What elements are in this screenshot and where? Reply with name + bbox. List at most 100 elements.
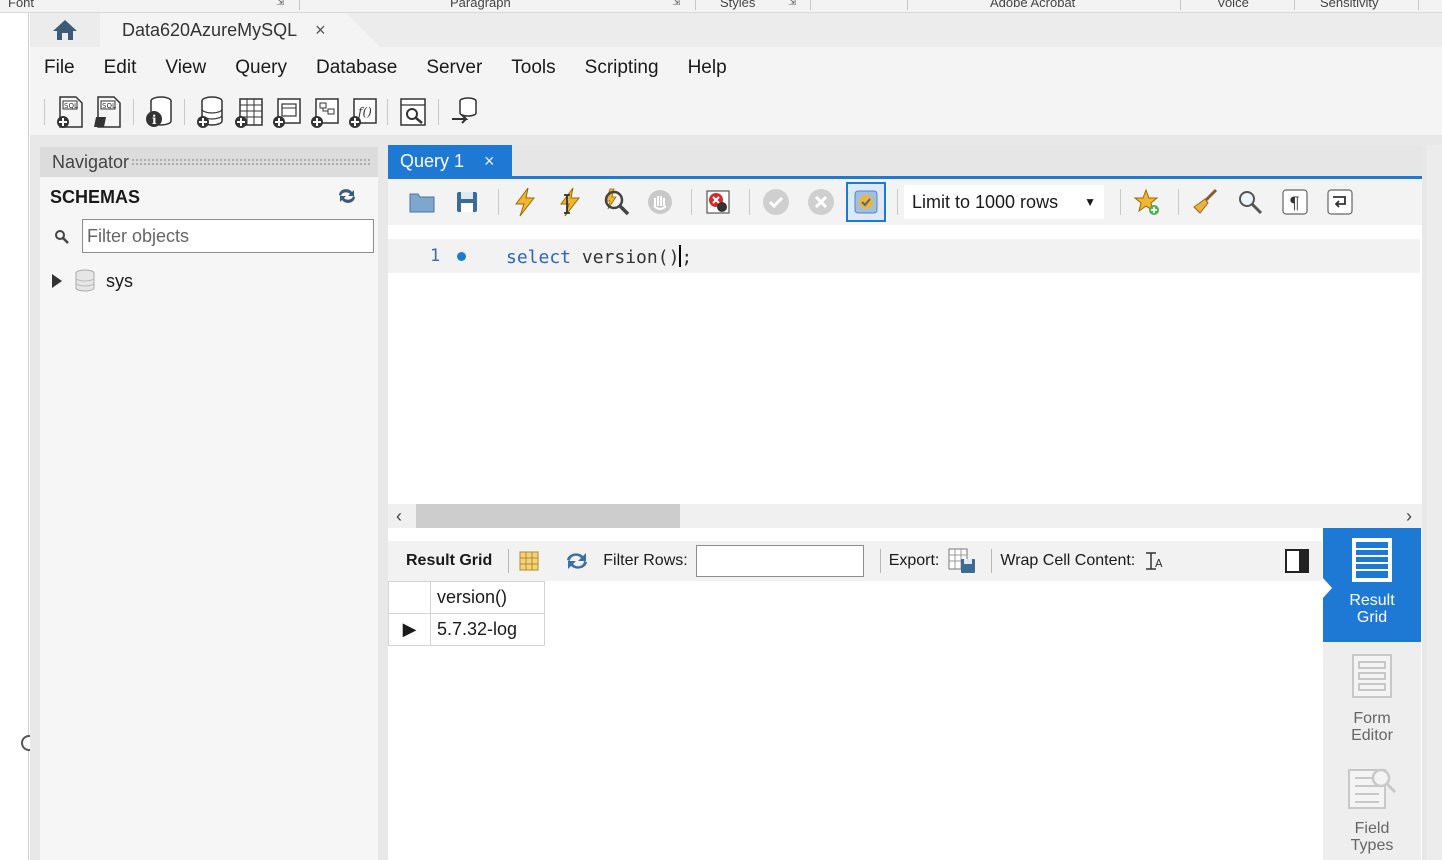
close-icon[interactable]: × [315, 20, 326, 41]
toggle-panel-icon[interactable] [1284, 548, 1310, 574]
ribbon-group-font[interactable]: Font [8, 0, 34, 10]
beautify-button[interactable] [1185, 182, 1225, 222]
refresh-icon[interactable] [563, 550, 591, 572]
open-sql-script-button[interactable]: SQL [89, 92, 127, 132]
menu-scripting[interactable]: Scripting [585, 57, 659, 79]
connection-tab-bar: Data620AzureMySQL × [30, 13, 1442, 47]
filter-rows-input[interactable] [695, 545, 864, 577]
menu-view[interactable]: View [165, 57, 206, 79]
toolbar-divider [44, 99, 45, 125]
toolbar-divider [991, 549, 993, 573]
limit-rows-select[interactable]: Limit to 1000 rows ▼ [904, 185, 1104, 219]
new-sql-tab-button[interactable]: SQL [51, 92, 89, 132]
create-function-button[interactable]: f() [343, 92, 381, 132]
rollback-button[interactable] [801, 182, 841, 222]
query-tab[interactable]: Query 1 × [388, 145, 512, 177]
filter-objects-input[interactable] [82, 219, 374, 253]
expand-arrow-icon[interactable] [50, 273, 64, 289]
add-snippet-button[interactable] [1127, 182, 1167, 222]
sql-editor[interactable]: 1 select version(); [388, 225, 1422, 487]
wrap-text-icon[interactable]: A [1143, 550, 1167, 572]
save-button[interactable] [447, 182, 487, 222]
host-ribbon: Font ⇲ Paragraph ⇲ Styles ⇲ Adobe Acroba… [0, 0, 1442, 13]
create-view-button[interactable] [267, 92, 305, 132]
connection-tab[interactable]: Data620AzureMySQL × [100, 13, 380, 47]
toggle-invisible-chars-button[interactable]: ¶ [1275, 182, 1315, 222]
commit-check-icon [763, 189, 789, 215]
schema-tree-item-sys[interactable]: sys [50, 269, 133, 293]
menu-tools[interactable]: Tools [511, 57, 555, 79]
side-label-line1: Form [1353, 710, 1391, 727]
export-icon[interactable] [947, 547, 977, 575]
refresh-schemas-button[interactable] [336, 187, 358, 210]
svg-text:SQL: SQL [102, 102, 116, 110]
find-replace-button[interactable] [1230, 182, 1270, 222]
execute-current-button[interactable] [550, 182, 590, 222]
toolbar-divider [1120, 189, 1121, 215]
stop-button[interactable] [640, 182, 680, 222]
toggle-continue-on-error-button[interactable] [698, 182, 738, 222]
refresh-icon [339, 189, 355, 203]
table-row[interactable]: ▶ 5.7.32-log [388, 613, 545, 646]
autocommit-toggle[interactable] [846, 182, 886, 222]
stop-on-error-icon [706, 190, 730, 214]
result-grid-icon [1352, 538, 1392, 582]
result-grid[interactable]: version() ▶ 5.7.32-log [388, 581, 1322, 860]
horizontal-scrollbar[interactable]: ‹ › [388, 504, 1422, 528]
toolbar-divider [508, 549, 510, 573]
result-toolbar: Result Grid Filter Rows: Export: Wrap Ce… [388, 541, 1322, 581]
dialog-launcher-icon[interactable]: ⇲ [672, 0, 680, 8]
result-table: version() ▶ 5.7.32-log [388, 581, 545, 646]
schema-inspector-button[interactable]: i [140, 92, 178, 132]
table-cell[interactable]: 5.7.32-log [430, 613, 545, 646]
execute-all-button[interactable] [505, 182, 545, 222]
scrollbar-thumb[interactable] [416, 504, 680, 528]
search-table-data-button[interactable] [394, 92, 432, 132]
star-add-icon [1133, 188, 1159, 215]
column-header[interactable]: version() [430, 581, 545, 614]
create-table-button[interactable] [229, 92, 267, 132]
query-panel: Query 1 × Limit to 1000 rows ▼ ¶ 1 selec… [388, 145, 1422, 860]
home-tab[interactable] [30, 13, 100, 47]
menu-edit[interactable]: Edit [104, 57, 137, 79]
toolbar-divider [749, 189, 750, 215]
result-grid-label[interactable]: Result Grid [406, 552, 492, 570]
dialog-launcher-icon[interactable]: ⇲ [276, 0, 284, 8]
scroll-right-icon[interactable]: › [1406, 504, 1412, 528]
result-grid-view-button[interactable]: Result Grid [1323, 528, 1421, 642]
ribbon-group-styles[interactable]: Styles [720, 0, 755, 10]
side-label-line2: Types [1350, 837, 1394, 854]
create-schema-button[interactable] [191, 92, 229, 132]
form-editor-view-button[interactable]: Form Editor [1323, 652, 1421, 752]
reconnect-button[interactable] [445, 92, 483, 132]
explain-button[interactable] [595, 182, 635, 222]
menu-database[interactable]: Database [316, 57, 397, 79]
commit-button[interactable] [756, 182, 796, 222]
main-toolbar: SQL SQL i f() [30, 89, 1442, 135]
dialog-launcher-icon[interactable]: ⇲ [788, 0, 796, 8]
rollback-x-icon [808, 189, 834, 215]
menu-file[interactable]: File [44, 57, 75, 79]
side-label-line2: Editor [1351, 727, 1393, 744]
ribbon-group-sensitivity[interactable]: Sensitivity [1320, 0, 1379, 10]
menu-query[interactable]: Query [235, 57, 287, 79]
chevron-down-icon: ▼ [1084, 195, 1096, 209]
toolbar-divider [1178, 189, 1179, 215]
scroll-left-icon[interactable]: ‹ [396, 504, 402, 528]
ribbon-group-adobe-acrobat[interactable]: Adobe Acrobat [990, 0, 1075, 10]
ribbon-group-voice[interactable]: Voice [1217, 0, 1249, 10]
row-indicator-icon[interactable]: ▶ [388, 613, 431, 646]
close-icon[interactable]: × [484, 151, 495, 172]
toolbar-divider [387, 99, 388, 125]
field-types-view-button[interactable]: Field Types [1323, 764, 1421, 860]
grip-dots [131, 158, 370, 166]
open-file-button[interactable] [402, 182, 442, 222]
search-icon [55, 230, 69, 244]
code-line[interactable]: select version(); [506, 245, 692, 268]
toggle-word-wrap-button[interactable] [1320, 182, 1360, 222]
menu-help[interactable]: Help [688, 57, 727, 79]
ribbon-group-paragraph[interactable]: Paragraph [450, 0, 511, 10]
grid-columns-icon[interactable] [517, 550, 541, 572]
menu-server[interactable]: Server [426, 57, 482, 79]
create-procedure-button[interactable] [305, 92, 343, 132]
